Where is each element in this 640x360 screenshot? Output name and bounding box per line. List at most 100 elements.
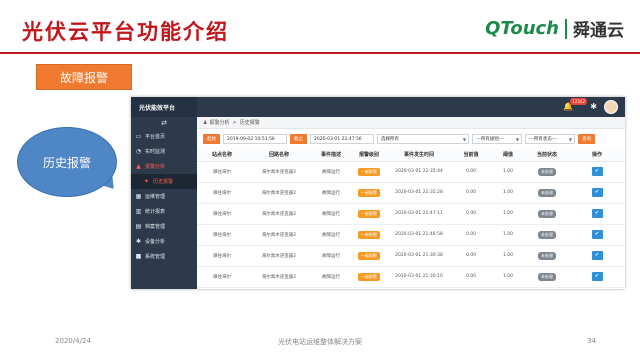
desc-cell: 故障运行 xyxy=(311,203,351,225)
folder-icon: ■ xyxy=(135,253,142,260)
logo-divider xyxy=(565,18,567,39)
level-cell: 一般报警 xyxy=(351,203,387,225)
handle-alarm-button[interactable]: ✔ xyxy=(591,188,603,197)
site-cell: 驿往海尔 xyxy=(197,161,247,183)
calendar-icon: ▦ xyxy=(135,193,142,200)
level-badge: 一般报警 xyxy=(358,251,380,260)
avatar[interactable] xyxy=(604,100,618,114)
settings-icon: ✱ xyxy=(135,238,142,245)
sidebar-item[interactable]: ■ 系统管理 xyxy=(131,249,197,264)
start-time-input[interactable]: 2019-09-02 10:51:56 xyxy=(223,134,287,144)
level-badge: 一般报警 xyxy=(358,167,380,176)
value-cell: 0.00 xyxy=(451,245,491,267)
action-cell: ✔ xyxy=(569,266,625,288)
alarm-table: 站点名称 回路名称 事件描述 报警级别 事件发生时间 当前值 阈值 当前状态 操作 驿往海尔 海尔… xyxy=(197,149,625,288)
level-cell: 一般报警 xyxy=(351,245,387,267)
status-cell: 未处理 xyxy=(525,224,569,246)
loop-cell: 海尔禹木逆变器2 xyxy=(247,266,311,288)
threshold-cell: 1.00 xyxy=(491,266,525,288)
breadcrumb-current: 历史报警 xyxy=(239,120,260,126)
type-select[interactable]: 选择所有 ▼ xyxy=(377,134,469,144)
sidebar-item[interactable]: ◔ 实时监测 xyxy=(131,144,197,159)
handle-alarm-button[interactable]: ✔ xyxy=(591,209,603,218)
column-header: 阈值 xyxy=(491,149,525,162)
sidebar-item[interactable]: ▥ 统计报表 xyxy=(131,204,197,219)
section-tag: 故障报警 xyxy=(36,64,132,90)
action-cell: ✔ xyxy=(569,182,625,204)
site-cell: 驿往海尔 xyxy=(197,203,247,225)
column-header: 事件发生时间 xyxy=(387,149,451,162)
level-badge: 一般报警 xyxy=(358,188,380,197)
desc-cell: 故障运行 xyxy=(311,182,351,204)
settings-icon[interactable]: ✱ xyxy=(590,102,597,111)
chevron-down-icon: ▼ xyxy=(462,136,466,142)
breadcrumb-root[interactable]: 报警分析 xyxy=(209,119,229,126)
level-select[interactable]: ---所有级别--- ▼ xyxy=(472,134,522,144)
sidebar-item[interactable]: ✱ 设备分析 xyxy=(131,234,197,249)
value-cell: 0.00 xyxy=(451,266,491,288)
menu-toggle-icon[interactable]: ⇄ xyxy=(131,117,197,129)
value-cell: 0.00 xyxy=(451,203,491,225)
time-cell: 2020-03-01 21:30:10 xyxy=(387,266,451,288)
status-select[interactable]: ---所有状态--- ▼ xyxy=(525,134,575,144)
table-row: 驿往海尔 海尔禹木逆变器2 故障运行 一般报警 2020-03-01 21:47:11 0… xyxy=(197,203,625,225)
footer-title: 光伏电站运维整体解决方案 xyxy=(278,338,362,346)
site-cell: 驿往海尔 xyxy=(197,266,247,288)
desc-cell: 故障运行 xyxy=(311,224,351,246)
sidebar-item[interactable]: ▭ 平台首页 xyxy=(131,129,197,144)
title-divider xyxy=(0,52,640,54)
breadcrumb: ♟ 报警分析 > 历史报警 xyxy=(197,117,625,129)
warning-icon: ▲ xyxy=(136,163,141,170)
table-row: 驿往海尔 海尔禹木逆变器2 故障运行 一般报警 2020-03-01 21:30:38 0… xyxy=(197,245,625,267)
filter-bar: 起始 2019-09-02 10:51:56 截止 2020-03-01 22:… xyxy=(197,129,625,149)
bell-icon: ✦ xyxy=(143,178,150,185)
action-cell: ✔ xyxy=(569,224,625,246)
sidebar-item[interactable]: ▤ 档案管理 xyxy=(131,219,197,234)
main-panel: 🔔 12342 ✱ ♟ 报警分析 > 历史报警 起始 2019-09-02 10… xyxy=(197,97,625,289)
action-cell: ✔ xyxy=(569,203,625,225)
handle-alarm-button[interactable]: ✔ xyxy=(591,167,603,176)
bar-chart-icon: ▥ xyxy=(135,208,142,215)
threshold-cell: 1.00 xyxy=(491,182,525,204)
handle-alarm-button[interactable]: ✔ xyxy=(591,230,603,239)
level-badge: 一般报警 xyxy=(358,272,380,281)
level-badge: 一般报警 xyxy=(358,209,380,218)
threshold-cell: 1.00 xyxy=(491,161,525,183)
archive-icon: ▤ xyxy=(135,223,142,230)
loop-cell: 海尔禹木逆变器2 xyxy=(247,224,311,246)
column-header: 操作 xyxy=(569,149,625,162)
status-badge: 未处理 xyxy=(538,272,556,281)
level-cell: 一般报警 xyxy=(351,182,387,204)
time-cell: 2020-03-01 22:35:44 xyxy=(387,161,451,183)
action-cell: ✔ xyxy=(569,245,625,267)
brand-title: 光伏能效平台 xyxy=(131,97,197,117)
handle-alarm-button[interactable]: ✔ xyxy=(591,251,603,260)
value-cell: 0.00 xyxy=(451,224,491,246)
column-header: 当前状态 xyxy=(525,149,569,162)
start-label: 起始 xyxy=(203,134,220,144)
action-cell: ✔ xyxy=(569,161,625,183)
level-cell: 一般报警 xyxy=(351,161,387,183)
end-time-input[interactable]: 2020-03-01 22:47:56 xyxy=(310,134,374,144)
desc-cell: 故障运行 xyxy=(311,161,351,183)
handle-alarm-button[interactable]: ✔ xyxy=(591,272,603,281)
column-header: 站点名称 xyxy=(197,149,247,162)
loop-cell: 海尔禹木逆变器2 xyxy=(247,161,311,183)
logo-cn-text: 舜通云 xyxy=(573,21,624,41)
sidebar-item[interactable]: ▦ 运维管理 xyxy=(131,189,197,204)
value-cell: 0.00 xyxy=(451,182,491,204)
column-header: 当前值 xyxy=(451,149,491,162)
sidebar-item[interactable]: ✦ 历史报警 xyxy=(131,174,197,189)
site-cell: 驿往海尔 xyxy=(197,245,247,267)
sidebar-item-label: 系统管理 xyxy=(145,254,166,260)
query-button[interactable]: 查询 xyxy=(578,134,595,144)
sidebar-item[interactable]: ▲ 报警分析 xyxy=(131,159,197,174)
status-cell: 未处理 xyxy=(525,203,569,225)
status-badge: 未处理 xyxy=(538,251,556,260)
site-cell: 驿往海尔 xyxy=(197,224,247,246)
site-cell: 驿往海尔 xyxy=(197,182,247,204)
status-cell: 未处理 xyxy=(525,161,569,183)
status-badge: 未处理 xyxy=(538,188,556,197)
status-badge: 未处理 xyxy=(538,167,556,176)
sidebar-item-label: 设备分析 xyxy=(145,239,166,245)
